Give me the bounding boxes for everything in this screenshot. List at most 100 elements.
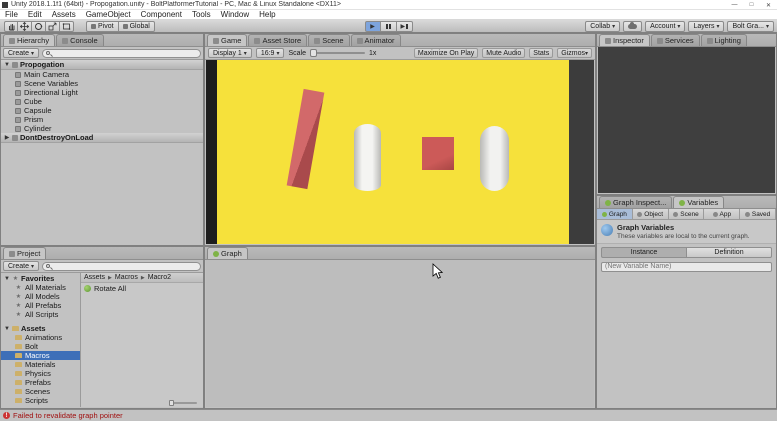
- file-rotate-all[interactable]: Rotate All: [81, 283, 203, 293]
- aspect-ratio-dropdown[interactable]: 16:9 ▾: [256, 48, 285, 58]
- menu-window[interactable]: Window: [216, 10, 254, 19]
- assets-root[interactable]: ▼ Assets: [1, 324, 80, 333]
- hierarchy-item-capsule[interactable]: Capsule: [1, 106, 203, 115]
- scale-tool-button[interactable]: [46, 21, 60, 32]
- instance-tab[interactable]: Instance: [601, 247, 686, 258]
- scope-tab-object[interactable]: Object: [633, 209, 669, 219]
- menu-help[interactable]: Help: [254, 10, 280, 19]
- collapse-caret-icon[interactable]: ▼: [4, 326, 10, 332]
- tab-game[interactable]: Game: [207, 34, 247, 46]
- mute-audio-button[interactable]: Mute Audio: [482, 48, 525, 58]
- hierarchy-item-cube[interactable]: Cube: [1, 97, 203, 106]
- folder-scripts[interactable]: Scripts: [1, 396, 80, 405]
- hierarchy-search[interactable]: [42, 49, 201, 58]
- hierarchy-item-directional-light[interactable]: Directional Light: [1, 88, 203, 97]
- scene-header-dontdestroyonload[interactable]: ▶ DontDestroyOnLoad: [1, 133, 203, 143]
- close-button[interactable]: ✕: [760, 0, 777, 10]
- collapse-caret-icon[interactable]: ▼: [4, 62, 10, 68]
- collapse-caret-icon[interactable]: ▼: [4, 276, 10, 282]
- scale-slider-knob[interactable]: [310, 49, 317, 57]
- play-button[interactable]: ▶: [365, 21, 381, 32]
- folder-bolt[interactable]: Bolt: [1, 342, 80, 351]
- tab-hierarchy[interactable]: Hierarchy: [3, 34, 55, 46]
- tab-animator[interactable]: Animator: [351, 34, 401, 46]
- tab-inspector[interactable]: Inspector: [599, 34, 650, 46]
- tab-lighting[interactable]: Lighting: [701, 34, 747, 46]
- tab-scene[interactable]: Scene: [308, 34, 349, 46]
- slider-knob[interactable]: [169, 400, 174, 406]
- status-bar[interactable]: ! Failed to revalidate graph pointer: [0, 409, 777, 421]
- graph-canvas[interactable]: [206, 260, 594, 407]
- favorite-all-scripts[interactable]: ★All Scripts: [1, 310, 80, 319]
- maximize-button[interactable]: □: [743, 0, 760, 10]
- pause-button[interactable]: [381, 21, 397, 32]
- scope-tab-graph[interactable]: Graph: [597, 209, 633, 219]
- favorite-all-prefabs[interactable]: ★All Prefabs: [1, 301, 80, 310]
- layout-dropdown[interactable]: Bolt Gra... ▾: [727, 21, 774, 32]
- scope-tab-scene[interactable]: Scene: [669, 209, 705, 219]
- hierarchy-item-cylinder[interactable]: Cylinder: [1, 124, 203, 133]
- favorites-group[interactable]: ▼ ★ Favorites: [1, 274, 80, 283]
- tab-asset-store[interactable]: Asset Store: [248, 34, 307, 46]
- breadcrumb-assets[interactable]: Assets: [84, 274, 105, 281]
- folder-macros[interactable]: Macros: [1, 351, 80, 360]
- project-search[interactable]: [42, 262, 201, 271]
- scene-header-propogation[interactable]: ▼ Propogation: [1, 60, 203, 70]
- favorite-all-models[interactable]: ★All Models: [1, 292, 80, 301]
- rect-tool-button[interactable]: [60, 21, 74, 32]
- folder-animations[interactable]: Animations: [1, 333, 80, 342]
- maximize-on-play-button[interactable]: Maximize On Play: [414, 48, 478, 58]
- folder-icon: [15, 398, 22, 403]
- rotate-tool-button[interactable]: [32, 21, 46, 32]
- new-variable-name-input[interactable]: [601, 262, 772, 272]
- step-button[interactable]: ▶: [397, 21, 413, 32]
- collab-dropdown[interactable]: Collab ▾: [585, 21, 620, 32]
- tab-graph-inspector[interactable]: Graph Inspect...: [599, 196, 672, 208]
- hierarchy-item-main-camera[interactable]: Main Camera: [1, 70, 203, 79]
- icon-size-slider[interactable]: [169, 402, 197, 404]
- folder-materials[interactable]: Materials: [1, 360, 80, 369]
- account-dropdown[interactable]: Account ▾: [645, 21, 685, 32]
- tab-variables[interactable]: Variables: [673, 196, 724, 208]
- hierarchy-item-scene-variables[interactable]: Scene Variables: [1, 79, 203, 88]
- cloud-services-button[interactable]: [623, 21, 642, 32]
- pivot-toggle-button[interactable]: Pivot: [86, 21, 119, 32]
- scope-tab-app[interactable]: App: [704, 209, 740, 219]
- move-tool-button[interactable]: [18, 21, 32, 32]
- scale-slider[interactable]: [310, 52, 365, 54]
- stats-button[interactable]: Stats: [529, 48, 553, 58]
- hierarchy-search-input[interactable]: [52, 50, 197, 57]
- menu-assets[interactable]: Assets: [47, 10, 81, 19]
- minimize-button[interactable]: —: [726, 0, 743, 10]
- hand-tool-button[interactable]: [4, 21, 18, 32]
- game-render-area[interactable]: [206, 60, 594, 244]
- tab-services[interactable]: Services: [651, 34, 700, 46]
- display-dropdown[interactable]: Display 1 ▾: [208, 48, 252, 58]
- menu-edit[interactable]: Edit: [23, 10, 47, 19]
- tab-console[interactable]: Console: [56, 34, 104, 46]
- folder-physics[interactable]: Physics: [1, 369, 80, 378]
- menu-component[interactable]: Component: [136, 10, 187, 19]
- chevron-down-icon: ▾: [585, 50, 588, 57]
- folder-scenes[interactable]: Scenes: [1, 387, 80, 396]
- tab-graph[interactable]: Graph: [207, 247, 248, 259]
- collapse-caret-icon[interactable]: ▶: [4, 134, 10, 141]
- gizmos-dropdown[interactable]: Gizmos ▾: [557, 48, 592, 58]
- project-search-input[interactable]: [52, 263, 197, 270]
- graph-panel: Graph: [204, 246, 596, 409]
- breadcrumb-macros[interactable]: Macros: [115, 274, 138, 281]
- menu-gameobject[interactable]: GameObject: [81, 10, 136, 19]
- menu-file[interactable]: File: [0, 10, 23, 19]
- hierarchy-create-button[interactable]: Create ▾: [3, 48, 39, 58]
- scope-tab-saved[interactable]: Saved: [740, 209, 776, 219]
- folder-prefabs[interactable]: Prefabs: [1, 378, 80, 387]
- layers-dropdown[interactable]: Layers ▾: [688, 21, 724, 32]
- tab-project[interactable]: Project: [3, 247, 46, 259]
- hierarchy-item-prism[interactable]: Prism: [1, 115, 203, 124]
- breadcrumb-macro2[interactable]: Macro2: [148, 274, 171, 281]
- definition-tab[interactable]: Definition: [686, 247, 772, 258]
- menu-tools[interactable]: Tools: [187, 10, 216, 19]
- favorite-all-materials[interactable]: ★All Materials: [1, 283, 80, 292]
- global-toggle-button[interactable]: Global: [119, 21, 155, 32]
- project-create-button[interactable]: Create ▾: [3, 261, 39, 271]
